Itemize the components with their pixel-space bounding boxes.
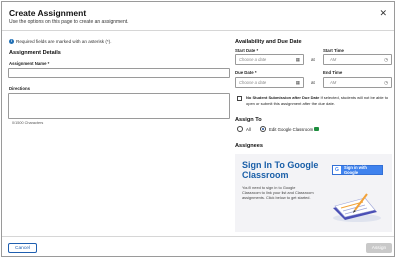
close-icon[interactable]: ✕ (379, 8, 387, 19)
end-at-text: at (311, 80, 315, 85)
start-date-label: Start Date * (235, 48, 259, 53)
end-time-input[interactable]: AM ◷ (323, 77, 392, 88)
end-time-placeholder: AM (330, 80, 337, 85)
required-fields-note: i Required fields are marked with an ast… (9, 39, 112, 44)
assignment-details-heading: Assignment Details (9, 50, 61, 56)
due-date-placeholder: Choose a date (239, 80, 267, 85)
classroom-illustration-icon (333, 193, 381, 222)
assignment-name-input[interactable] (8, 68, 230, 78)
dialog-subtitle: Use the options on this page to create a… (9, 19, 129, 25)
start-at-text: at (311, 57, 315, 62)
assign-google-classroom-label: Edit Google Classroom (269, 127, 314, 132)
signin-panel-description: You'll need to sign in to Google Classro… (242, 185, 314, 200)
availability-heading: Availability and Due Date (235, 39, 302, 45)
start-date-input[interactable]: Choose a date ▦ (235, 54, 304, 65)
due-date-input[interactable]: Choose a date ▦ (235, 77, 304, 88)
header-divider (2, 30, 394, 31)
due-date-label: Due Date * (235, 70, 257, 75)
clock-icon[interactable]: ◷ (384, 57, 388, 63)
clock-icon[interactable]: ◷ (384, 80, 388, 86)
start-time-label: Start Time (323, 48, 344, 53)
directions-char-count: 0/1500 Characters (12, 121, 44, 125)
assign-to-heading: Assign To (235, 117, 262, 123)
no-late-submission-checkbox[interactable] (237, 96, 242, 101)
directions-label: Directions (9, 86, 31, 91)
start-time-input[interactable]: AM ◷ (323, 54, 392, 65)
start-date-placeholder: Choose a date (239, 57, 267, 62)
google-classroom-icon (314, 127, 319, 131)
no-late-submission-text: No Student Submission after Due Date If … (246, 95, 392, 106)
assign-all-label: All (246, 127, 251, 132)
google-logo-icon: G (333, 166, 341, 174)
directions-textarea[interactable] (8, 93, 230, 119)
required-note-text: Required fields are marked with an aster… (16, 39, 112, 44)
signin-panel-title: Sign In To Google Classroom (242, 160, 319, 180)
calendar-icon[interactable]: ▦ (296, 80, 300, 86)
dialog-title: Create Assignment (9, 8, 87, 18)
no-late-label: No Student Submission after Due Date (246, 95, 320, 100)
start-time-placeholder: AM (330, 57, 337, 62)
assign-google-classroom-radio[interactable] (260, 126, 266, 132)
footer-divider (2, 236, 394, 237)
sign-in-with-google-label: Sign in with Google (343, 165, 367, 175)
info-icon: i (9, 39, 14, 44)
assign-button[interactable]: Assign (366, 243, 392, 253)
calendar-icon[interactable]: ▦ (296, 57, 300, 63)
assignees-heading: Assignees (235, 143, 263, 149)
assignment-name-label: Assignment Name * (9, 61, 50, 66)
sign-in-with-google-button[interactable]: G Sign in with Google (332, 165, 383, 175)
create-assignment-dialog: Create Assignment Use the options on thi… (1, 1, 395, 257)
assign-all-radio[interactable] (237, 126, 243, 132)
end-time-label: End Time (323, 70, 343, 75)
cancel-button[interactable]: Cancel (8, 243, 37, 253)
